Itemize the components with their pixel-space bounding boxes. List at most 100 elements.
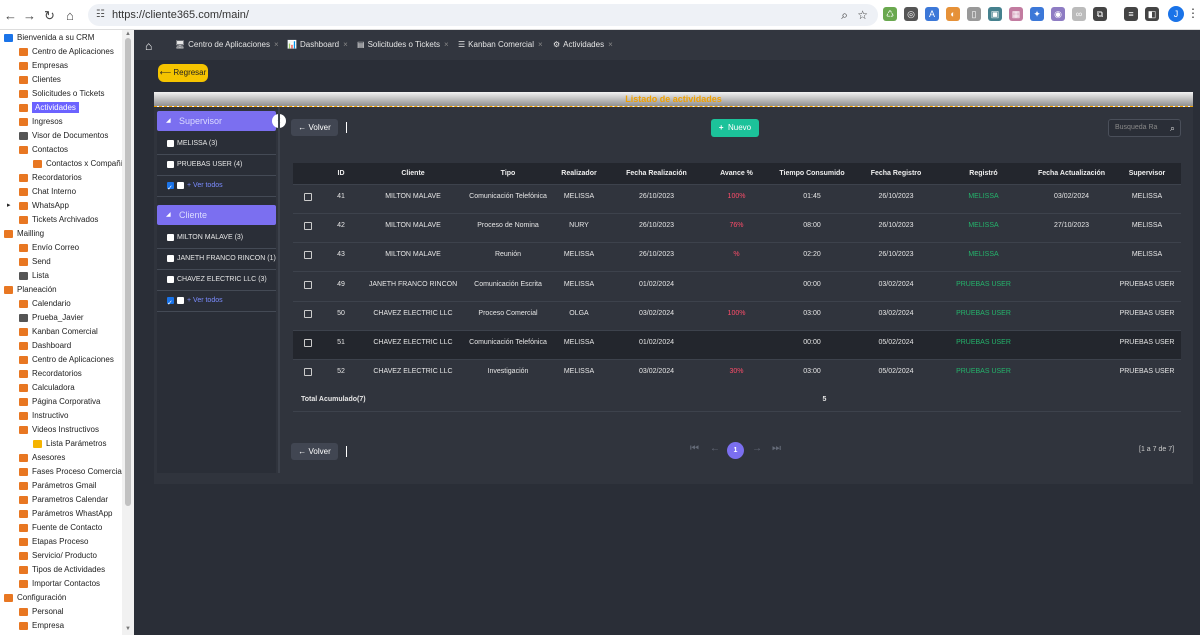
sidebar-item-calculadora[interactable]: Calculadora <box>19 381 75 395</box>
puzzle-icon[interactable]: ✦ <box>1030 7 1044 21</box>
sidebar-item-asesores[interactable]: Asesores <box>19 451 65 465</box>
home-icon[interactable]: ⌂ <box>66 8 74 23</box>
sidebar-item-centro-de-aplicaciones[interactable]: Centro de Aplicaciones <box>19 353 114 367</box>
col-header-realizador[interactable]: Realizador <box>549 163 609 185</box>
filter-item[interactable]: MELISSA (3) <box>157 134 276 155</box>
checkbox[interactable] <box>177 296 184 304</box>
filter-item[interactable]: MILTON MALAVE (3) <box>157 228 276 249</box>
scrollbar-thumb[interactable] <box>125 38 131 506</box>
table-row[interactable]: 43 MILTON MALAVE Reunión MELISSA 26/10/2023%… <box>293 243 1181 273</box>
sidebar-item-parametros-whastapp[interactable]: Parámetros WhastApp <box>19 507 112 521</box>
sidebar-item-send[interactable]: Send <box>19 255 51 269</box>
home-tab-icon[interactable]: ⌂ <box>145 39 152 53</box>
checkbox[interactable] <box>167 160 174 168</box>
col-header-fecha-realizacion[interactable]: Fecha Realización <box>609 163 704 185</box>
reading-list-icon[interactable]: ≡ <box>1124 7 1138 21</box>
browser-menu-icon[interactable]: ⋮ <box>1187 6 1199 20</box>
back-icon[interactable]: ← <box>4 8 17 23</box>
sidebar-item-kanban-comercial[interactable]: Kanban Comercial <box>19 325 98 339</box>
filter-header-cliente[interactable]: Cliente <box>157 205 276 225</box>
sidebar-item-fases-proceso-comercial[interactable]: Fases Proceso Comercial <box>19 465 124 479</box>
sidebar-item-recordatorios[interactable]: Recordatorios <box>19 367 82 381</box>
checkbox-checked[interactable] <box>167 179 174 199</box>
regresar-button[interactable]: ⟵ Regresar <box>158 64 208 82</box>
col-header-registro[interactable]: Registró <box>937 163 1030 185</box>
reload-icon[interactable]: ↻ <box>44 8 55 24</box>
tab-kanban-comercial[interactable]: ☰ Kanban Comercial × <box>458 40 543 49</box>
edit-icon[interactable] <box>304 251 312 260</box>
edit-cell[interactable] <box>293 243 323 267</box>
col-header-supervisor[interactable]: Supervisor <box>1113 163 1181 185</box>
sidebar-item-actividades[interactable]: Actividades <box>19 101 79 115</box>
sidebar-item-empresas[interactable]: Empresas <box>19 59 68 73</box>
side-panel-icon[interactable]: ◧ <box>1145 7 1159 21</box>
next-page-icon[interactable]: → <box>752 443 762 454</box>
volver-button-bottom[interactable]: ← Volver <box>291 443 338 460</box>
sidebar-item-etapas-proceso[interactable]: Etapas Proceso <box>19 535 88 549</box>
filter-ver-todos[interactable]: + Ver todos <box>157 176 276 199</box>
sidebar-item-empresa[interactable]: Empresa <box>19 619 64 633</box>
sidebar-item-configuracion[interactable]: Configuración <box>4 591 66 605</box>
sidebar-item-contactos-x-compania[interactable]: Contactos x Compañía <box>33 157 127 171</box>
close-tab-icon[interactable]: × <box>444 40 449 49</box>
first-page-icon[interactable]: ⏮ <box>690 443 699 454</box>
checkbox[interactable] <box>177 181 184 189</box>
close-tab-icon[interactable]: × <box>274 40 279 49</box>
col-header-cliente[interactable]: Cliente <box>359 163 467 185</box>
filter-ver-todos[interactable]: + Ver todos <box>157 291 276 314</box>
extension-icon[interactable]: ◐ <box>946 7 960 21</box>
filter-header-supervisor[interactable]: Supervisor <box>157 111 276 131</box>
extension-icon[interactable]: ♺ <box>883 7 897 21</box>
edit-icon[interactable] <box>304 339 312 347</box>
sidebar-item-ingresos[interactable]: Ingresos <box>19 115 63 129</box>
edit-icon[interactable] <box>304 280 312 289</box>
edit-icon[interactable] <box>304 193 312 201</box>
sidebar-item-whatsapp[interactable]: ▸ WhatsApp <box>7 199 69 213</box>
ver-todos-link[interactable]: + Ver todos <box>187 297 223 304</box>
address-bar[interactable]: ☷ https://cliente365.com/main/ ⌕ ☆ <box>88 4 878 26</box>
page-1-button[interactable]: 1 <box>727 442 744 459</box>
sidebar-item-clientes[interactable]: Clientes <box>19 73 61 87</box>
forward-icon[interactable]: → <box>23 8 36 23</box>
sidebar-item-instructivo[interactable]: Instructivo <box>19 409 68 423</box>
sidebar-item-centro-de-aplicaciones[interactable]: Centro de Aplicaciones <box>19 45 114 59</box>
edit-cell[interactable] <box>293 185 323 209</box>
col-header-fecha-actualizacion[interactable]: Fecha Actualización <box>1030 163 1113 185</box>
extension-icon[interactable]: A <box>925 7 939 21</box>
sidebar-item-mailling[interactable]: Mailling <box>4 227 44 241</box>
extension-icon[interactable]: ▯ <box>967 7 981 21</box>
checkbox[interactable] <box>167 233 174 241</box>
tab-centro-de-aplicaciones[interactable]: 🖥 Centro de Aplicaciones × <box>175 40 279 49</box>
col-header-tipo[interactable]: Tipo <box>467 163 549 185</box>
table-row[interactable]: 50 CHAVEZ ELECTRIC LLC Proceso Comercial OL… <box>293 301 1181 331</box>
tab-dashboard[interactable]: 📊 Dashboard × <box>287 40 348 49</box>
edit-icon[interactable] <box>304 222 312 231</box>
edit-cell[interactable] <box>293 360 323 384</box>
sidebar-scrollbar[interactable]: ▲ ▼ <box>122 30 134 635</box>
sidebar-item-chat-interno[interactable]: Chat Interno <box>19 185 76 199</box>
edit-cell[interactable] <box>293 273 323 297</box>
sidebar-item-fuente-de-contacto[interactable]: Fuente de Contacto <box>19 521 102 535</box>
sidebar-item-lista-parametros[interactable]: Lista Parámetros <box>33 437 106 451</box>
sidebar-item-bienvenida-a-su-crm[interactable]: Bienvenida a su CRM <box>4 31 94 45</box>
tab-solicitudes-o-tickets[interactable]: ▤ Solicitudes o Tickets × <box>357 40 449 49</box>
sidebar-item-visor-de-documentos[interactable]: Visor de Documentos <box>19 129 108 143</box>
volver-button[interactable]: ← Volver <box>291 119 338 136</box>
zoom-icon[interactable]: ⌕ <box>841 4 848 26</box>
table-row[interactable]: 49 JANETH FRANCO RINCON Comunicación Escri… <box>293 272 1181 302</box>
search-icon[interactable]: ⌕ <box>1170 120 1175 136</box>
sidebar-item-servicio-producto[interactable]: Servicio/ Producto <box>19 549 97 563</box>
search-input[interactable]: Busqueda Ra ⌕ <box>1108 119 1181 137</box>
checkbox[interactable] <box>167 139 174 147</box>
filter-item[interactable]: CHAVEZ ELECTRIC LLC (3) <box>157 270 276 291</box>
sidebar-item-pagina-corporativa[interactable]: Página Corporativa <box>19 395 100 409</box>
site-settings-icon[interactable]: ☷ <box>96 4 105 26</box>
edit-cell[interactable] <box>293 331 323 355</box>
col-header-avance[interactable]: Avance % <box>704 163 769 185</box>
table-row[interactable]: 52 CHAVEZ ELECTRIC LLC Investigación MELISS… <box>293 360 1181 390</box>
sidebar-item-planeacion[interactable]: Planeación <box>4 283 57 297</box>
profile-avatar[interactable]: J <box>1168 6 1184 22</box>
nuevo-button[interactable]: + Nuevo <box>711 119 759 137</box>
checkbox[interactable] <box>167 275 174 283</box>
extensions-icon[interactable]: ⧉ <box>1093 7 1107 21</box>
